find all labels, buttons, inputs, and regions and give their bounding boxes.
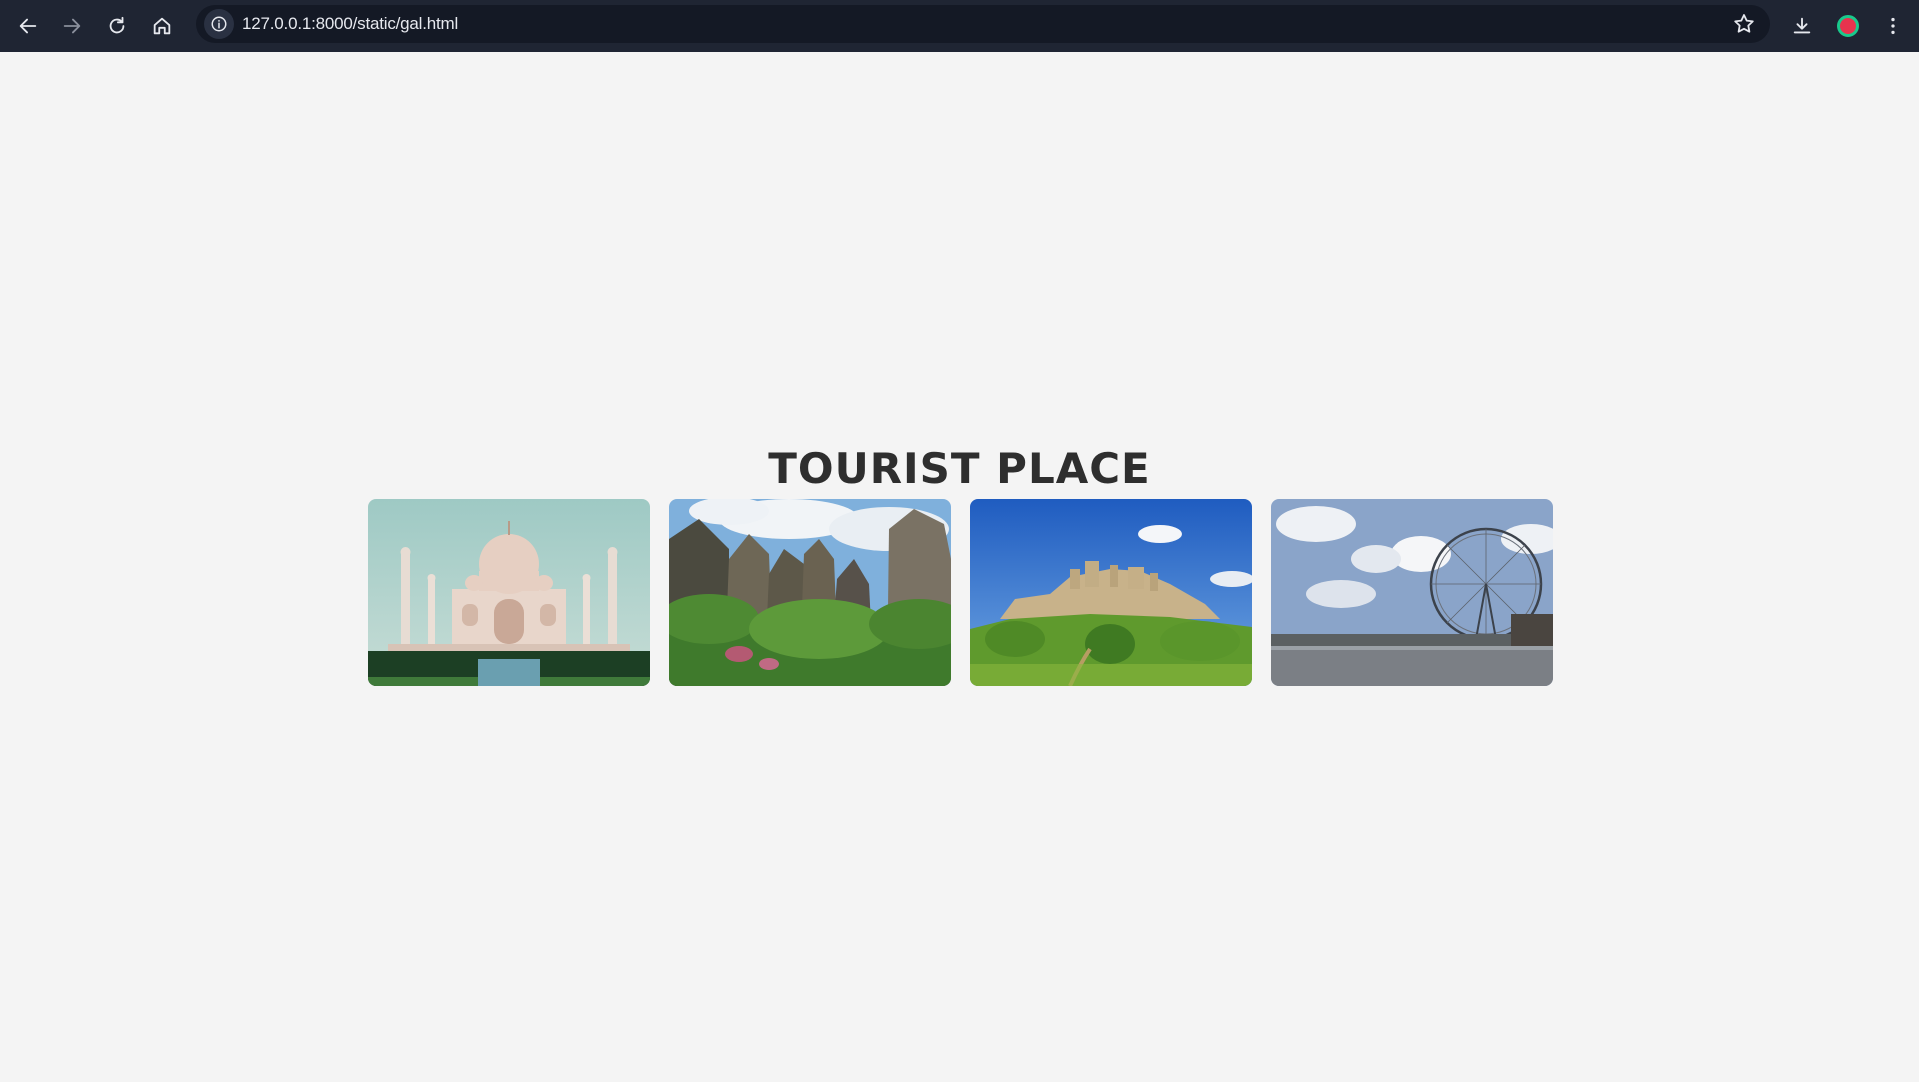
gallery-image-london-eye[interactable] [1271,499,1553,686]
gallery-image-taj-mahal[interactable] [368,499,650,686]
castle-ruins-image [970,499,1252,686]
back-button[interactable] [8,6,48,46]
home-button[interactable] [142,6,182,46]
downloads-button[interactable] [1782,6,1822,46]
forward-button[interactable] [52,6,92,46]
gallery-image-rock-pillars[interactable] [669,499,951,686]
reload-icon [109,16,125,34]
image-gallery [368,499,1553,686]
download-icon [1793,17,1811,34]
reload-button[interactable] [97,6,137,46]
url-text[interactable]: 127.0.0.1:8000/static/gal.html [242,5,458,43]
gallery-image-castle-ruins[interactable] [970,499,1252,686]
bookmark-star-icon[interactable] [1732,12,1756,36]
taj-mahal-image [368,499,650,686]
menu-kebab-icon [1891,17,1895,35]
menu-button[interactable] [1873,6,1913,46]
london-eye-image [1271,499,1553,686]
browser-toolbar: 127.0.0.1:8000/static/gal.html [0,0,1919,52]
home-icon [153,17,171,35]
profile-button[interactable] [1828,6,1868,46]
profile-icon [1837,15,1859,37]
site-info-button[interactable] [204,9,234,39]
forward-arrow-icon [63,18,81,34]
address-bar[interactable]: 127.0.0.1:8000/static/gal.html [196,5,1770,43]
site-info-icon [211,16,227,32]
back-arrow-icon [19,18,37,34]
rock-pillars-image [669,499,951,686]
page-title: TOURIST PLACE [768,444,1151,493]
